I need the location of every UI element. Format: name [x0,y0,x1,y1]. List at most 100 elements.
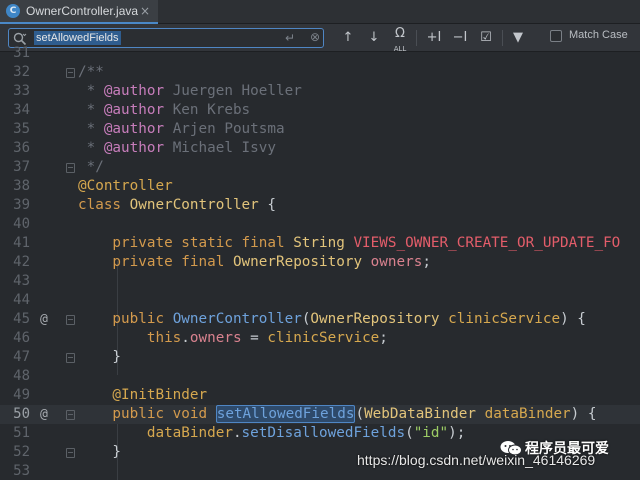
line-number[interactable]: 46 [0,329,30,348]
code-text[interactable]: private final OwnerRepository owners; [78,253,431,272]
code-line[interactable]: 47 } [0,348,640,367]
code-text[interactable]: * @author Ken Krebs [78,101,251,120]
code-text[interactable]: public OwnerController(OwnerRepository c… [78,310,585,329]
fold-marker-icon[interactable] [66,410,75,420]
line-number[interactable]: 45 [0,310,30,329]
line-number[interactable]: 42 [0,253,30,272]
tab-owner-controller[interactable]: C OwnerController.java × [0,0,158,24]
code-text[interactable]: public void setAllowedFields(WebDataBind… [78,405,597,424]
line-number[interactable]: 51 [0,424,30,443]
watermark-url: https://blog.csdn.net/weixin_46146269 [357,452,596,468]
code-token: dataBinder [78,425,233,441]
code-line[interactable]: 31 [0,44,640,63]
code-line[interactable]: 46 this.owners = clinicService; [0,329,640,348]
override-marker-icon[interactable]: @ [40,310,48,329]
code-text[interactable]: } [78,348,121,367]
code-line[interactable]: 44 [0,291,640,310]
code-token: dataBinder [484,406,571,422]
code-line[interactable]: 41 private static final String VIEWS_OWN… [0,234,640,253]
code-token: "id" [413,425,449,441]
code-token: OwnerRepository [232,254,371,270]
code-token: Ken Krebs [164,102,251,118]
code-line[interactable]: 36 * @author Michael Isvy [0,139,640,158]
code-token: ( [355,406,365,422]
line-number[interactable]: 32 [0,63,30,82]
search-query[interactable]: setAllowedFields [34,31,121,45]
line-number[interactable]: 40 [0,215,30,234]
code-token: ; [422,254,431,270]
code-token: owners [370,254,423,270]
line-number[interactable]: 35 [0,120,30,139]
code-token: Juergen Hoeller [164,83,302,99]
code-editor[interactable]: 31 32/** 33 * @author Juergen Hoeller 34 * … [0,45,640,480]
fold-marker-icon[interactable] [66,448,75,458]
line-number[interactable]: 53 [0,462,30,480]
line-number[interactable]: 31 [0,44,30,63]
line-number[interactable]: 48 [0,367,30,386]
fold-marker-icon[interactable] [66,353,75,363]
line-number[interactable]: 47 [0,348,30,367]
code-token: @InitBinder [78,387,208,403]
line-number[interactable]: 52 [0,443,30,462]
line-number[interactable]: 44 [0,291,30,310]
code-text[interactable]: dataBinder.setDisallowedFields("id"); [78,424,466,443]
line-number[interactable]: 39 [0,196,30,215]
code-line[interactable]: 43 [0,272,640,291]
code-text[interactable]: * @author Juergen Hoeller [78,82,302,101]
line-number[interactable]: 49 [0,386,30,405]
code-token: public [78,311,173,327]
line-number[interactable]: 43 [0,272,30,291]
code-text[interactable]: @Controller [78,177,173,196]
code-token: @author [103,121,165,137]
code-token: OwnerRepository [310,311,449,327]
code-token: private final [78,254,233,270]
line-number[interactable]: 34 [0,101,30,120]
code-token: Arjen Poutsma [164,121,285,137]
match-case-label[interactable]: Match Case [569,29,628,41]
code-text[interactable]: this.owners = clinicService; [78,329,388,348]
line-number[interactable]: 50 [0,405,30,424]
line-number[interactable]: 33 [0,82,30,101]
line-number[interactable]: 37 [0,158,30,177]
code-text[interactable]: } [78,443,121,462]
code-token: @author [103,140,165,156]
code-token: this [78,330,182,346]
code-line[interactable]: 34 * @author Ken Krebs [0,101,640,120]
fold-marker-icon[interactable] [66,68,75,78]
code-line[interactable]: 32 /** [0,63,640,82]
find-all-glyph: Ω [395,26,405,41]
code-line[interactable]: 50 @ public void setAllowedFields(WebData… [0,405,640,424]
clear-search-icon[interactable]: ⊗ [310,30,320,44]
code-line[interactable]: 33 * @author Juergen Hoeller [0,82,640,101]
code-text[interactable]: /** [78,63,104,82]
code-text[interactable]: * @author Michael Isvy [78,139,276,158]
code-line[interactable]: 49 @InitBinder [0,386,640,405]
code-token: /** [78,64,104,80]
code-token: setDisallowedFields [241,425,406,441]
code-token: * [78,102,104,118]
line-number[interactable]: 41 [0,234,30,253]
code-line[interactable]: 37 */ [0,158,640,177]
code-text[interactable]: * @author Arjen Poutsma [78,120,285,139]
fold-marker-icon[interactable] [66,315,75,325]
code-line[interactable]: 38 @Controller [0,177,640,196]
code-token: } [78,444,122,460]
code-token: @author [103,83,165,99]
line-number[interactable]: 38 [0,177,30,196]
code-text[interactable]: private static final String VIEWS_OWNER_… [78,234,620,253]
code-line[interactable]: 40 [0,215,640,234]
code-line[interactable]: 48 [0,367,640,386]
code-line[interactable]: 39 class OwnerController { [0,196,640,215]
code-text[interactable]: @InitBinder [78,386,207,405]
match-case-checkbox[interactable] [550,30,562,42]
fold-marker-icon[interactable] [66,163,75,173]
code-line[interactable]: 45 @ public OwnerController(OwnerReposito… [0,310,640,329]
override-marker-icon[interactable]: @ [40,405,48,424]
close-tab-icon[interactable]: × [140,4,150,18]
code-token: { [258,197,276,213]
code-text[interactable]: class OwnerController { [78,196,276,215]
line-number[interactable]: 36 [0,139,30,158]
code-text[interactable]: */ [78,158,104,177]
code-line[interactable]: 42 private final OwnerRepository owners; [0,253,640,272]
code-line[interactable]: 35 * @author Arjen Poutsma [0,120,640,139]
